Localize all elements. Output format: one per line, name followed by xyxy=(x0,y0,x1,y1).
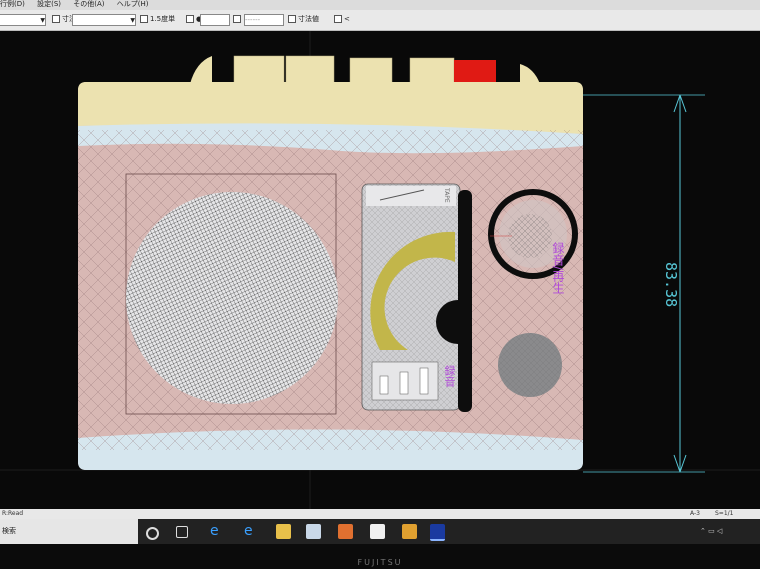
app-icon[interactable] xyxy=(402,524,417,539)
mail-icon[interactable] xyxy=(370,524,385,539)
task-view-icon[interactable] xyxy=(176,526,188,538)
search-icon[interactable] xyxy=(146,527,159,540)
top-ear-right xyxy=(520,64,540,84)
status-bar: R:Read A-3 S=1/1 xyxy=(0,509,760,519)
store-icon[interactable] xyxy=(306,524,321,539)
ie-icon[interactable]: e xyxy=(244,524,259,539)
tray-icons[interactable]: ⌃ ▭ ◁ xyxy=(700,527,750,537)
cad-drawing[interactable] xyxy=(0,0,760,509)
search-box[interactable]: 検索 xyxy=(0,519,138,544)
explorer-icon[interactable] xyxy=(276,524,291,539)
status-left: R:Read xyxy=(2,510,24,517)
level-bar xyxy=(399,371,409,395)
rec-label: 録音 xyxy=(443,365,456,387)
forward-button xyxy=(409,57,455,85)
status-paper: A-3 xyxy=(690,510,700,517)
level-bar xyxy=(419,367,429,395)
tape-label: TAPE xyxy=(443,188,450,203)
level-bar xyxy=(379,375,389,395)
play-button xyxy=(285,55,335,85)
top-ear-left xyxy=(190,56,212,84)
laptop-brand-logo: FUJITSU xyxy=(357,558,403,567)
taskbar: 検索 e e ⌃ ▭ ◁ xyxy=(0,519,760,544)
side-slider xyxy=(458,190,472,412)
stop-button xyxy=(233,55,285,85)
status-scale: S=1/1 xyxy=(715,510,734,517)
dimension-value: 83.38 xyxy=(662,262,680,308)
record-play-label: 録音/再生 xyxy=(551,242,565,295)
volume-knob-hatch xyxy=(498,333,562,397)
edge-icon[interactable]: e xyxy=(210,524,225,539)
rewind-button xyxy=(349,57,393,85)
speaker-hatch xyxy=(126,192,338,404)
jw-cad-icon[interactable] xyxy=(430,524,445,541)
media-icon[interactable] xyxy=(338,524,353,539)
